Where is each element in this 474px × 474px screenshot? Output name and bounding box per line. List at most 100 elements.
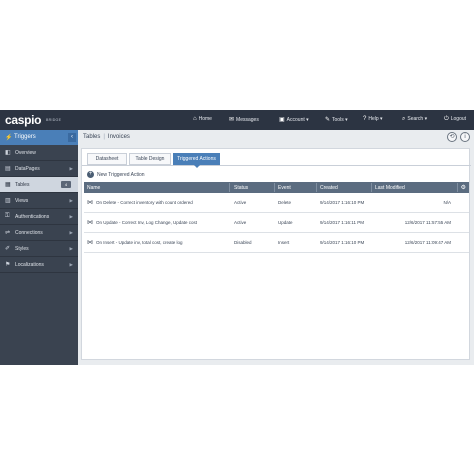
chevron-right-icon: ▶: [69, 246, 73, 251]
sidebar-header[interactable]: ⚡ Triggers ‹: [0, 130, 78, 145]
cell-name[interactable]: On Insert - Update inv, total cost, crea…: [96, 240, 182, 245]
tab-triggered-actions[interactable]: Triggered Actions: [173, 153, 220, 165]
nav-search[interactable]: ⌕ Search ▾: [402, 116, 427, 123]
content-panel: Datasheet Table Design Triggered Actions…: [81, 148, 471, 360]
plus-icon: +: [87, 171, 94, 178]
nav-home[interactable]: ⌂ Home: [193, 116, 212, 122]
chevron-right-icon: ▶: [69, 214, 73, 219]
chevron-right-icon: ▶: [69, 262, 73, 267]
chevron-right-icon: ▶: [69, 166, 73, 171]
nav-help-label: Help ▾: [368, 116, 383, 122]
caspio-logo[interactable]: caspio: [5, 113, 42, 127]
top-navigation-bar: caspio BRIDGE ⌂ Home ✉ Messages ▣ Account ▾…: [0, 110, 474, 130]
nav-logout[interactable]: ⏻ Logout: [444, 116, 466, 123]
back-circle-icon[interactable]: ⟲: [447, 132, 457, 142]
localizations-icon: ⚑: [5, 262, 11, 268]
table-row[interactable]: ⋈ On Insert - Update inv, total cost, cr…: [84, 233, 469, 253]
column-header-created[interactable]: Created: [320, 185, 338, 191]
nav-help[interactable]: ? Help ▾: [363, 116, 383, 122]
trigger-flow-icon: ⋈: [87, 220, 93, 226]
sidebar: ⚡ Triggers ‹ ◧ Overview ▤ DataPages ▶ ▦ …: [0, 130, 78, 365]
cell-status: Active: [234, 200, 247, 205]
cell-event: Insert: [278, 240, 290, 245]
sidebar-item-datapages[interactable]: ▤ DataPages ▶: [0, 161, 78, 177]
nav-logout-label: Logout: [450, 116, 467, 122]
nav-account[interactable]: ▣ Account ▾: [279, 116, 309, 123]
sidebar-item-label: Tables: [15, 182, 30, 188]
cell-last-modified: N/A: [443, 200, 451, 205]
search-icon: ⌕: [402, 116, 406, 122]
bridge-label: BRIDGE: [46, 118, 62, 122]
cell-status: Active: [234, 220, 247, 225]
cell-last-modified: 12/6/2017 11:09:47 AM: [404, 240, 451, 245]
gear-icon[interactable]: ⚙: [461, 184, 466, 191]
collapse-sidebar-icon[interactable]: ‹: [68, 133, 76, 142]
breadcrumb-current: Invoices: [107, 134, 130, 140]
nav-messages-label: Messages: [236, 117, 259, 123]
new-triggered-action-label: New Triggered Action: [97, 171, 145, 178]
breadcrumb-separator: |: [103, 134, 105, 140]
trigger-flow-icon: ⋈: [87, 240, 93, 246]
table-header: Name Status Event Created Last Modified …: [84, 182, 469, 193]
column-divider: [316, 183, 317, 192]
sidebar-item-label: Authentications: [15, 214, 50, 220]
table-row[interactable]: ⋈ On Delete - Correct inventory with cou…: [84, 193, 469, 213]
views-icon: ▥: [5, 198, 11, 204]
breadcrumb-tables-link[interactable]: Tables: [83, 134, 100, 140]
table-row[interactable]: ⋈ On Update - Correct Inv, Log Change, U…: [84, 213, 469, 233]
nav-tools[interactable]: ✎ Tools ▾: [325, 116, 348, 123]
logout-icon: ⏻: [444, 116, 449, 122]
nav-messages[interactable]: ✉ Messages: [229, 116, 259, 123]
column-header-event[interactable]: Event: [278, 185, 291, 191]
tab-table-design[interactable]: Table Design: [129, 153, 171, 165]
triggers-icon: ⚡: [5, 135, 13, 141]
breadcrumb: Tables | Invoices: [83, 134, 130, 140]
overview-icon: ◧: [5, 150, 11, 156]
sidebar-item-styles[interactable]: ✐ Styles ▶: [0, 241, 78, 257]
column-divider: [229, 183, 230, 192]
nav-account-label: Account ▾: [286, 117, 309, 123]
column-header-name[interactable]: Name: [87, 185, 100, 191]
sidebar-item-views[interactable]: ▥ Views ▶: [0, 193, 78, 209]
info-icon[interactable]: i: [460, 132, 470, 142]
help-icon: ?: [363, 116, 367, 122]
sidebar-item-label: DataPages: [15, 166, 40, 172]
sidebar-item-label: Localizations: [15, 262, 44, 268]
column-header-last-modified[interactable]: Last Modified: [375, 185, 405, 191]
chevron-right-icon: ▶: [69, 198, 73, 203]
nav-home-label: Home: [198, 116, 212, 122]
cell-created: 9/14/2017 1:16:10 PM: [320, 240, 365, 245]
mail-icon: ✉: [229, 117, 235, 123]
tab-divider: [82, 165, 471, 166]
new-triggered-action-button[interactable]: + New Triggered Action: [87, 171, 145, 178]
sidebar-item-label: Views: [15, 198, 29, 204]
cell-created: 9/14/2017 1:16:11 PM: [320, 220, 364, 225]
cell-name[interactable]: On Delete - Correct inventory with count…: [96, 200, 193, 205]
styles-icon: ✐: [5, 246, 11, 252]
trigger-flow-icon: ⋈: [87, 200, 93, 206]
cell-event: Delete: [278, 200, 292, 205]
sidebar-item-tables[interactable]: ▦ Tables 4: [0, 177, 78, 193]
cell-event: Update: [278, 220, 293, 225]
cell-last-modified: 12/6/2017 11:57:55 AM: [404, 220, 451, 225]
home-icon: ⌂: [193, 116, 197, 122]
column-divider: [371, 183, 372, 192]
nav-tools-label: Tools ▾: [332, 117, 348, 123]
sidebar-item-localizations[interactable]: ⚑ Localizations ▶: [0, 257, 78, 273]
sidebar-item-connections[interactable]: ⇌ Connections ▶: [0, 225, 78, 241]
authentications-icon: ⚿: [5, 213, 10, 219]
nav-search-label: Search ▾: [407, 116, 428, 122]
sidebar-item-overview[interactable]: ◧ Overview: [0, 145, 78, 161]
column-divider: [457, 183, 458, 192]
sidebar-item-label: Styles: [15, 246, 29, 252]
datapages-icon: ▤: [5, 166, 11, 172]
sidebar-item-label: Connections: [15, 230, 43, 236]
connections-icon: ⇌: [5, 230, 11, 236]
sidebar-item-authentications[interactable]: ⚿ Authentications ▶: [0, 209, 78, 225]
account-icon: ▣: [279, 117, 285, 123]
tab-datasheet[interactable]: Datasheet: [87, 153, 127, 165]
cell-name[interactable]: On Update - Correct Inv, Log Change, Upd…: [96, 220, 197, 225]
column-header-status[interactable]: Status: [234, 185, 248, 191]
wrench-icon: ✎: [325, 117, 331, 123]
cell-status: Disabled: [234, 240, 252, 245]
